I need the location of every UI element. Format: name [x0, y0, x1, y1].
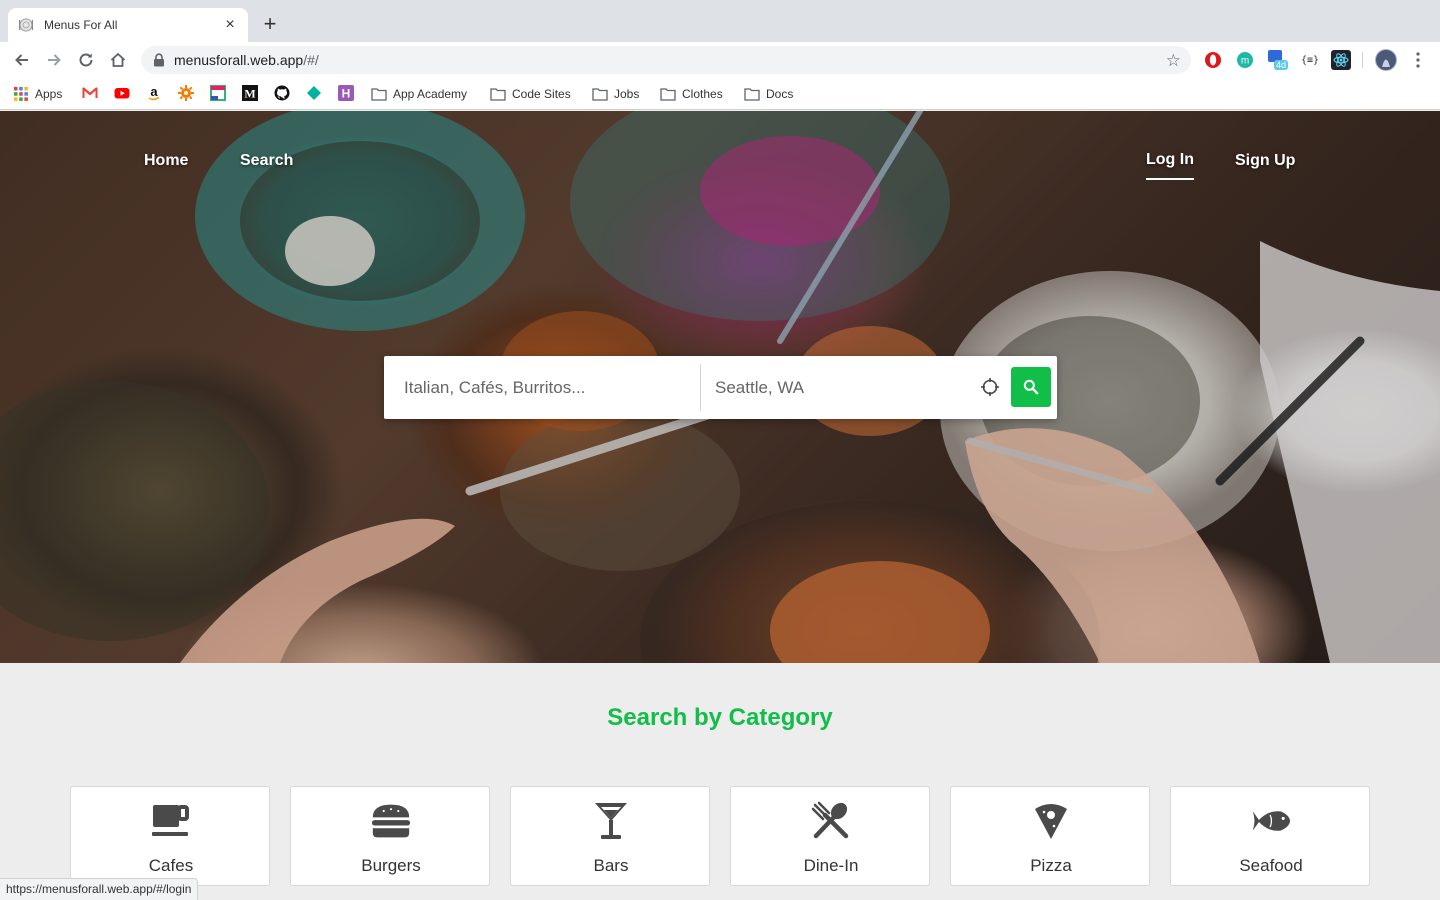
- sun-gear-icon[interactable]: [178, 85, 194, 101]
- browser-menu-icon[interactable]: [1408, 50, 1428, 70]
- bookmarks-bar: Apps a M H App Academy Code Sites Jobs C…: [0, 78, 1440, 110]
- react-devtools-icon[interactable]: [1331, 50, 1351, 70]
- opera-extension-icon[interactable]: [1203, 50, 1223, 70]
- extension-badge: 4d: [1274, 60, 1289, 70]
- category-card-bars[interactable]: Bars: [510, 786, 710, 886]
- bookmark-folder-label: Clothes: [682, 87, 723, 101]
- category-label: Bars: [593, 856, 629, 875]
- youtube-icon[interactable]: [114, 85, 130, 101]
- address-bar[interactable]: menusforall.web.app/#/ ☆: [141, 46, 1191, 74]
- diamond-bookmark-icon[interactable]: [306, 85, 322, 101]
- restaurant-search-bar: [384, 356, 1057, 419]
- bookmark-folder[interactable]: Code Sites: [490, 85, 571, 103]
- bookmark-folder[interactable]: Docs: [744, 85, 793, 103]
- magnifier-icon: [1023, 379, 1039, 395]
- h-bookmark-icon[interactable]: H: [338, 85, 354, 101]
- bookmark-folder-label: Code Sites: [512, 87, 571, 101]
- home-icon[interactable]: [108, 50, 128, 70]
- category-card-seafood[interactable]: Seafood: [1170, 786, 1370, 886]
- folder-icon: [660, 86, 676, 102]
- bookmark-folder-label: App Academy: [393, 87, 468, 101]
- category-card-cafes[interactable]: Cafes: [70, 786, 270, 886]
- folder-icon: [490, 86, 506, 102]
- url-host: menusforall.web.app: [174, 52, 304, 68]
- new-tab-button[interactable]: +: [258, 12, 282, 36]
- url-text: menusforall.web.app/#/: [174, 52, 319, 68]
- github-icon[interactable]: [274, 85, 290, 101]
- category-label: Burgers: [361, 856, 421, 875]
- svg-text:M: M: [244, 87, 255, 101]
- m-extension-icon[interactable]: m: [1235, 50, 1255, 70]
- utensils-icon: [811, 801, 851, 841]
- bookmark-folder-label: Docs: [766, 87, 794, 101]
- category-label: Dine-In: [803, 856, 859, 875]
- category-label: Pizza: [1030, 856, 1072, 875]
- bookmark-folder[interactable]: Clothes: [660, 85, 723, 103]
- coffee-icon: [151, 801, 191, 841]
- category-card-dine-in[interactable]: Dine-In: [730, 786, 930, 886]
- medium-icon[interactable]: M: [242, 85, 258, 101]
- browser-tab-strip: Menus For All × +: [0, 0, 1440, 42]
- close-tab-icon[interactable]: ×: [222, 16, 238, 34]
- category-section-title: Search by Category: [607, 704, 833, 731]
- search-divider: [700, 364, 701, 411]
- burger-icon: [371, 801, 411, 841]
- locate-crosshair-icon[interactable]: [980, 377, 1000, 397]
- amazon-icon[interactable]: a: [146, 84, 162, 101]
- category-label: Cafes: [148, 856, 194, 875]
- browser-toolbar: menusforall.web.app/#/ ☆ m 4d {≡}: [0, 42, 1440, 78]
- gmail-icon[interactable]: [82, 85, 98, 101]
- json-extension-icon[interactable]: {≡}: [1299, 50, 1321, 70]
- bookmark-folder[interactable]: App Academy: [371, 85, 467, 103]
- url-path: /#/: [303, 52, 319, 68]
- reload-icon[interactable]: [76, 50, 96, 70]
- nav-login-link[interactable]: Log In: [1146, 151, 1194, 169]
- category-card-burgers[interactable]: Burgers: [290, 786, 490, 886]
- apps-bookmark[interactable]: Apps: [13, 85, 62, 103]
- pizza-icon: [1031, 801, 1071, 841]
- bookmark-star-icon[interactable]: ☆: [1166, 51, 1181, 71]
- cocktail-icon: [591, 801, 631, 841]
- category-card-pizza[interactable]: Pizza: [950, 786, 1150, 886]
- browser-tab[interactable]: Menus For All ×: [8, 8, 248, 42]
- search-submit-button[interactable]: [1011, 367, 1051, 407]
- folder-icon: [744, 86, 760, 102]
- apps-grid-icon: [13, 86, 29, 102]
- lock-icon: [153, 53, 165, 67]
- colorful-square-icon[interactable]: [210, 85, 226, 101]
- folder-icon: [592, 86, 608, 102]
- svg-text:a: a: [150, 85, 158, 99]
- calendar-extension-icon[interactable]: 4d: [1267, 50, 1291, 70]
- bookmark-folder[interactable]: Jobs: [592, 85, 639, 103]
- nav-search-link[interactable]: Search: [240, 152, 293, 170]
- folder-icon: [371, 86, 387, 102]
- toolbar-divider: [1362, 52, 1363, 68]
- nav-signup-link[interactable]: Sign Up: [1235, 152, 1295, 170]
- svg-text:H: H: [342, 87, 351, 101]
- svg-text:m: m: [1241, 56, 1249, 67]
- profile-avatar[interactable]: [1375, 49, 1397, 71]
- cuisine-search-input[interactable]: [404, 356, 694, 419]
- bookmark-folder-label: Jobs: [614, 87, 640, 101]
- category-label: Seafood: [1239, 856, 1303, 875]
- location-input[interactable]: [715, 356, 970, 419]
- fish-icon: [1251, 801, 1291, 841]
- link-status-bar: https://menusforall.web.app/#/login: [0, 878, 199, 900]
- login-active-underline: [1146, 178, 1194, 180]
- nav-home-link[interactable]: Home: [144, 152, 188, 170]
- hero-food-image: Home Search Log In Sign Up: [0, 111, 1440, 663]
- tab-title: Menus For All: [44, 18, 118, 32]
- plate-favicon-icon: [18, 17, 34, 33]
- forward-arrow-icon[interactable]: [44, 50, 64, 70]
- apps-label: Apps: [35, 87, 63, 101]
- back-arrow-icon[interactable]: [12, 50, 32, 70]
